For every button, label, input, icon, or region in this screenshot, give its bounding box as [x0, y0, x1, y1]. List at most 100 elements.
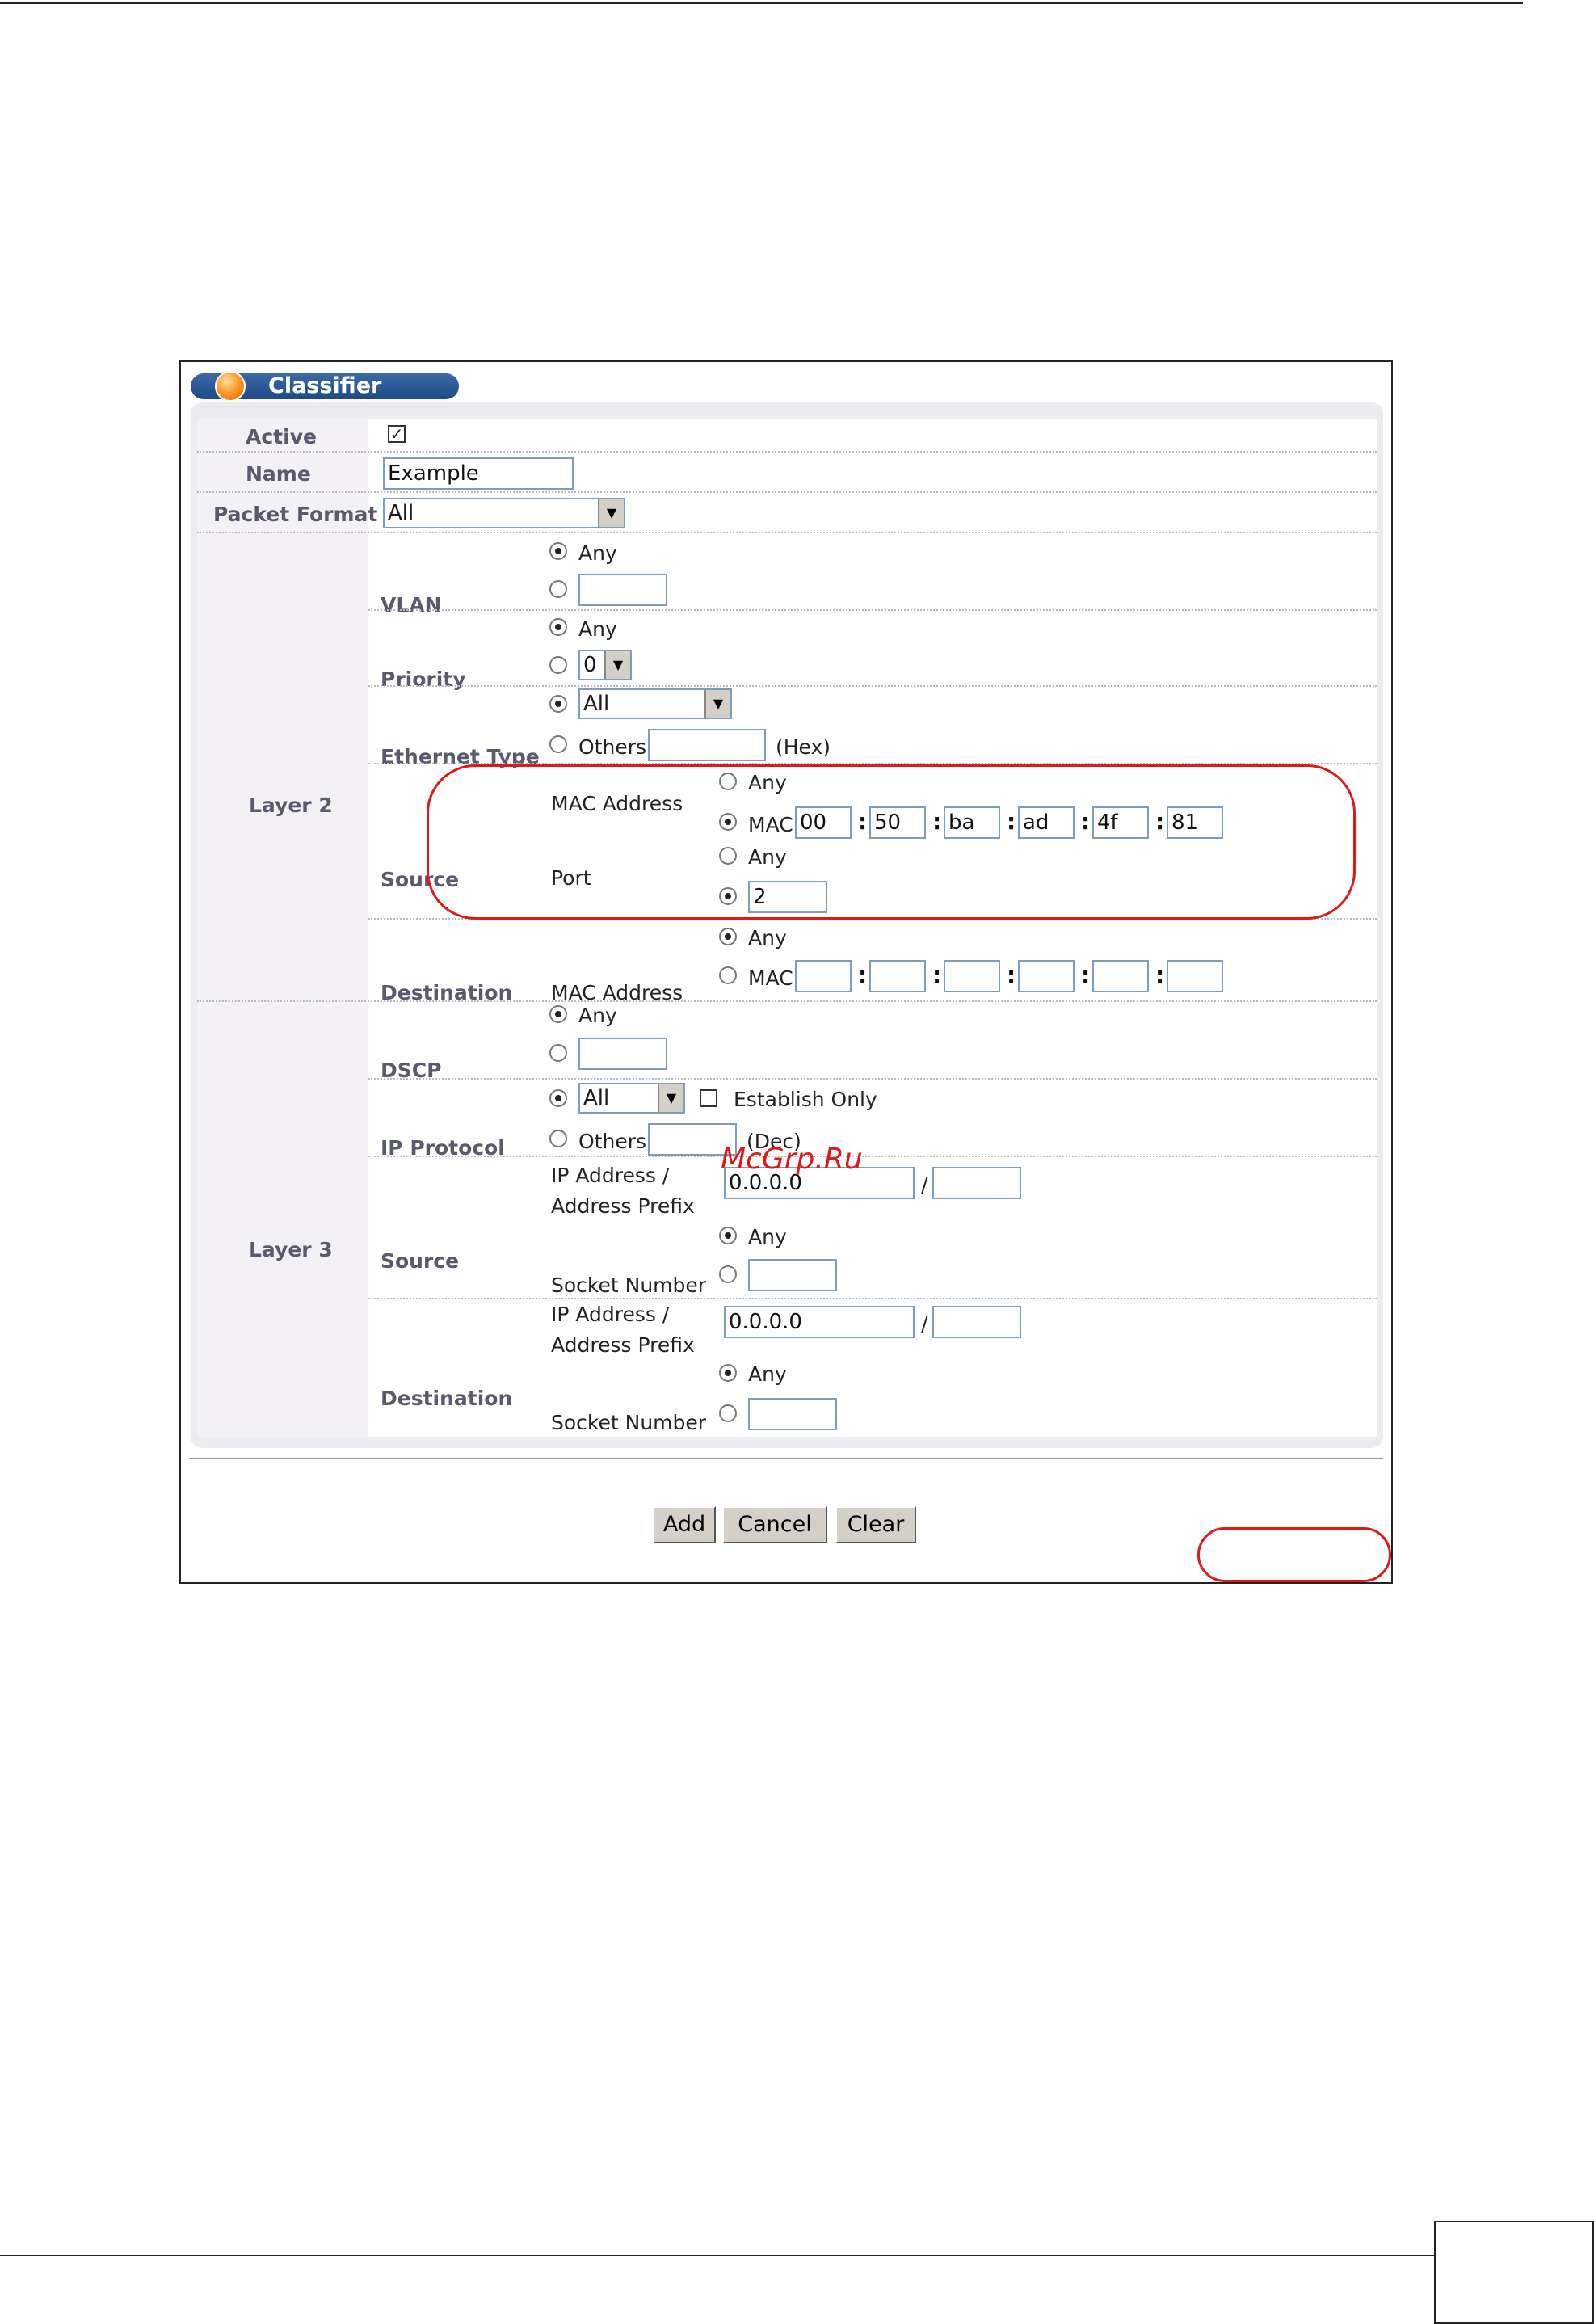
colon: : [858, 962, 868, 988]
hex-suffix: (Hex) [776, 735, 831, 759]
l3-destination-socket-label: Socket Number [551, 1411, 707, 1434]
classifier-screenshot: Classifier Active ✓ Name Example Packet … [179, 360, 1393, 1584]
colon: : [932, 962, 942, 988]
priority-value: 0 [583, 653, 597, 677]
divider [197, 451, 1377, 453]
cancel-button[interactable]: Cancel [722, 1506, 827, 1543]
orb-icon [215, 371, 246, 402]
divider [368, 1156, 1377, 1157]
ip-protocol-all-radio[interactable] [549, 1089, 567, 1107]
l2-destination-mac-octet-6[interactable] [1167, 960, 1223, 992]
l2-destination-mac-octet-4[interactable] [1018, 960, 1075, 992]
divider [197, 532, 1377, 533]
label-column [197, 419, 368, 1437]
page-number-box [1434, 2221, 1594, 2324]
packet-format-select[interactable]: All ▼ [383, 498, 625, 528]
priority-select[interactable]: 0 ▼ [578, 650, 632, 680]
l3-destination-socket-value-radio[interactable] [719, 1404, 737, 1422]
establish-only-checkbox[interactable] [700, 1089, 717, 1107]
colon: : [1007, 962, 1016, 988]
l3-source-prefix-input[interactable] [932, 1167, 1021, 1199]
add-button[interactable]: Add [653, 1506, 716, 1543]
button-separator [189, 1458, 1383, 1459]
ethernet-type-others-label: Others [578, 735, 647, 759]
ethernet-type-others-radio[interactable] [549, 735, 567, 753]
vlan-any-label: Any [578, 541, 617, 565]
slash: / [921, 1173, 928, 1197]
establish-only-label: Establish Only [734, 1088, 877, 1111]
l3-source-socket-any-radio[interactable] [719, 1227, 737, 1244]
l3-destination-ip-label-1: IP Address / [551, 1303, 670, 1326]
chevron-down-icon[interactable]: ▼ [604, 651, 630, 679]
classifier-panel: Active ✓ Name Example Packet Format All … [191, 402, 1383, 1448]
divider [368, 1298, 1377, 1299]
ethernet-type-hex-input[interactable] [648, 729, 766, 761]
dscp-any-radio[interactable] [549, 1005, 567, 1023]
l2-destination-mac-octet-5[interactable] [1092, 960, 1149, 992]
l2-destination-any-label: Any [748, 926, 787, 949]
layer-divider [197, 1000, 1377, 1002]
colon: : [1081, 962, 1091, 988]
l3-source-socket-value-radio[interactable] [719, 1265, 737, 1283]
priority-any-radio[interactable] [549, 618, 567, 636]
panel-title-bar: Classifier [191, 371, 459, 402]
priority-any-label: Any [578, 617, 617, 641]
l2-destination-mac-octet-1[interactable] [795, 960, 852, 992]
vlan-any-radio[interactable] [549, 542, 567, 560]
colon: : [1155, 962, 1165, 988]
dscp-any-label: Any [578, 1004, 617, 1027]
l2-destination-mac-octet-3[interactable] [944, 960, 1000, 992]
ethernet-type-all-radio[interactable] [549, 695, 567, 713]
dscp-input[interactable] [578, 1038, 667, 1070]
chevron-down-icon[interactable]: ▼ [598, 499, 624, 527]
ethernet-type-value: All [583, 692, 610, 716]
layer2-label: Layer 2 [249, 794, 333, 817]
l2-destination-mac-octet-2[interactable] [869, 960, 926, 992]
ip-protocol-value: All [583, 1086, 610, 1110]
divider [197, 491, 1377, 493]
l3-destination-ip-label-2: Address Prefix [551, 1333, 695, 1357]
panel-title: Classifier [268, 373, 382, 398]
vlan-value-radio[interactable] [549, 580, 567, 598]
l2-destination-mac-label-short: MAC [748, 966, 793, 990]
bottom-rule [0, 2255, 1434, 2256]
divider [368, 685, 1377, 687]
chevron-down-icon[interactable]: ▼ [658, 1084, 683, 1112]
highlight-source-oval [427, 764, 1356, 920]
ip-protocol-select[interactable]: All ▼ [578, 1083, 685, 1114]
l2-destination-mac-radio[interactable] [719, 966, 737, 984]
clear-button[interactable]: Clear [835, 1506, 916, 1543]
l3-destination-label: Destination [381, 1387, 513, 1410]
l3-source-socket-any-label: Any [748, 1225, 787, 1248]
l3-source-ip-label-1: IP Address / [551, 1164, 670, 1187]
divider [368, 609, 1377, 611]
l3-destination-socket-input[interactable] [748, 1398, 837, 1430]
highlight-corner-oval [1197, 1527, 1391, 1582]
chevron-down-icon[interactable]: ▼ [704, 690, 730, 718]
slash: / [921, 1312, 928, 1336]
l3-source-socket-input[interactable] [748, 1259, 837, 1291]
ip-protocol-others-radio[interactable] [549, 1130, 567, 1147]
l3-source-socket-label: Socket Number [551, 1274, 707, 1297]
name-input[interactable]: Example [383, 457, 574, 490]
top-rule [0, 2, 1523, 4]
dscp-value-radio[interactable] [549, 1044, 567, 1062]
l2-destination-any-radio[interactable] [719, 928, 737, 945]
packet-format-label: Packet Format [213, 503, 378, 526]
vlan-label: VLAN [381, 593, 442, 617]
packet-format-value: All [388, 501, 414, 525]
divider [368, 1078, 1377, 1080]
watermark: McGrp.Ru [721, 1143, 863, 1176]
name-label: Name [246, 462, 311, 486]
active-checkbox[interactable]: ✓ [388, 425, 406, 443]
classifier-form: Active ✓ Name Example Packet Format All … [197, 419, 1377, 1437]
priority-value-radio[interactable] [549, 656, 567, 674]
l3-destination-ip-input[interactable]: 0.0.0.0 [724, 1306, 915, 1338]
l3-destination-prefix-input[interactable] [932, 1306, 1021, 1338]
active-label: Active [246, 425, 317, 448]
l3-destination-socket-any-radio[interactable] [719, 1364, 737, 1382]
l3-source-label: Source [381, 1249, 460, 1273]
vlan-input[interactable] [578, 574, 667, 606]
l3-destination-socket-any-label: Any [748, 1362, 787, 1386]
ethernet-type-select[interactable]: All ▼ [578, 688, 732, 719]
